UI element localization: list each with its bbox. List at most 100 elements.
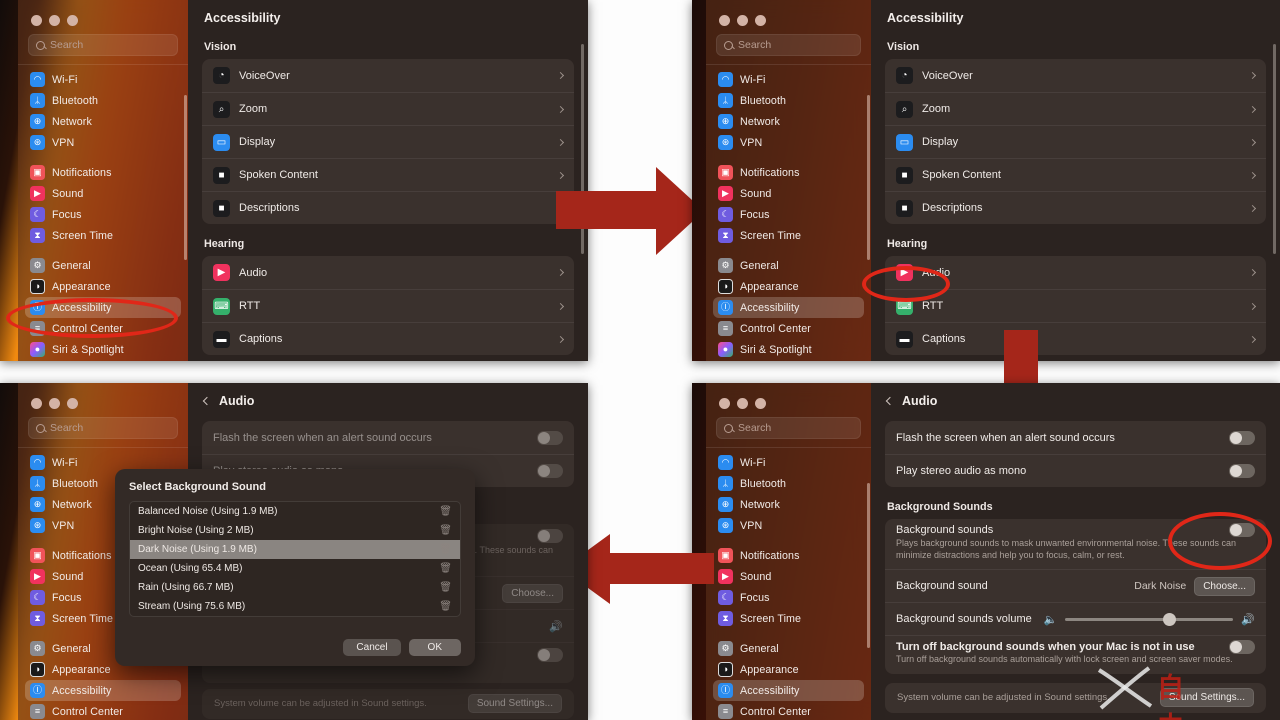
search-input[interactable]: Search [28, 34, 178, 56]
mono-audio-row[interactable]: Play stereo audio as mono [885, 454, 1266, 487]
sidebar-scrollbar[interactable] [184, 95, 187, 260]
accessibility-row-captions[interactable]: ▬ Captions [885, 322, 1266, 355]
accessibility-row-display[interactable]: ▭ Display [885, 125, 1266, 158]
sidebar-item-notifications[interactable]: ▣ Notifications [713, 545, 864, 566]
sidebar-item-vpn[interactable]: ⊛ VPN [713, 515, 864, 536]
sidebar-item-general[interactable]: ⚙ General [713, 255, 864, 276]
sidebar-item-siri-spotlight[interactable]: ● Siri & Spotlight [25, 339, 181, 360]
accessibility-row-audio[interactable]: ▶ Audio [202, 256, 574, 289]
window-traffic-lights[interactable] [706, 387, 871, 417]
cancel-button[interactable]: Cancel [343, 639, 401, 656]
flash-screen-toggle[interactable] [537, 430, 563, 445]
back-chevron-icon[interactable] [202, 396, 212, 406]
minimize-button[interactable] [49, 15, 60, 26]
sidebar-item-accessibility[interactable]: Ⓘ Accessibility [713, 680, 864, 701]
sidebar-item-network[interactable]: ⊕ Network [25, 111, 181, 132]
flash-screen-row[interactable]: Flash the screen when an alert sound occ… [202, 421, 574, 454]
slider-track[interactable] [1065, 612, 1234, 626]
zoom-button[interactable] [67, 15, 78, 26]
accessibility-row-descriptions[interactable]: ■ Descriptions [202, 191, 574, 224]
choose-button[interactable]: Choose... [1194, 576, 1255, 596]
accessibility-row-spoken-content[interactable]: ■ Spoken Content [885, 158, 1266, 191]
sidebar-scrollbar[interactable] [867, 95, 870, 260]
minimize-button[interactable] [737, 15, 748, 26]
sidebar-item-focus[interactable]: ☾ Focus [713, 587, 864, 608]
sidebar-item-bluetooth[interactable]: ᛦ Bluetooth [713, 90, 864, 111]
sound-option-row[interactable]: Stream (Using 75.6 MB) 🗑 [130, 597, 460, 616]
sound-option-row[interactable]: Rain (Using 66.7 MB) 🗑 [130, 578, 460, 597]
sidebar-item-sound[interactable]: ▶ Sound [713, 566, 864, 587]
mono-audio-toggle[interactable] [537, 464, 563, 478]
window-traffic-lights[interactable] [18, 387, 188, 417]
close-button[interactable] [31, 15, 42, 26]
mono-audio-toggle[interactable] [1229, 464, 1255, 478]
sidebar-item-screen-time[interactable]: ⧗ Screen Time [713, 608, 864, 629]
zoom-button[interactable] [755, 15, 766, 26]
sidebar-item-screen-time[interactable]: ⧗ Screen Time [713, 225, 864, 246]
sidebar-item-screen-time[interactable]: ⧗ Screen Time [25, 225, 181, 246]
sidebar-item-siri-spotlight[interactable]: ● Siri & Spotlight [713, 339, 864, 360]
sidebar-item-network[interactable]: ⊕ Network [713, 111, 864, 132]
sidebar-item-sound[interactable]: ▶ Sound [713, 183, 864, 204]
accessibility-row-captions[interactable]: ▬ Captions [202, 322, 574, 355]
accessibility-row-spoken-content[interactable]: ■ Spoken Content [202, 158, 574, 191]
sidebar-item-bluetooth[interactable]: ᛦ Bluetooth [713, 473, 864, 494]
sidebar-item-wi-fi[interactable]: ◠ Wi-Fi [713, 69, 864, 90]
sidebar-item-network[interactable]: ⊕ Network [713, 494, 864, 515]
background-volume-slider[interactable]: 🔈 🔊 [1044, 612, 1255, 626]
accessibility-row-zoom[interactable]: ⌕ Zoom [885, 92, 1266, 125]
back-chevron-icon[interactable] [885, 396, 895, 406]
background-sound-row[interactable]: Background sound Dark Noise Choose... [885, 569, 1266, 602]
sound-settings-button[interactable]: Sound Settings... [1159, 688, 1254, 708]
sidebar-scrollbar[interactable] [867, 483, 870, 648]
sound-option-row[interactable]: Balanced Noise (Using 1.9 MB) 🗑 [130, 502, 460, 521]
close-button[interactable] [719, 15, 730, 26]
background-volume-row[interactable]: Background sounds volume 🔈 🔊 [885, 602, 1266, 635]
sidebar-item-bluetooth[interactable]: ᛦ Bluetooth [25, 90, 181, 111]
accessibility-row-zoom[interactable]: ⌕ Zoom [202, 92, 574, 125]
sidebar-item-notifications[interactable]: ▣ Notifications [713, 162, 864, 183]
search-input[interactable]: Search [28, 417, 178, 439]
ok-button[interactable]: OK [408, 639, 461, 656]
trash-icon[interactable]: 🗑 [439, 506, 452, 517]
sidebar-item-accessibility[interactable]: Ⓘ Accessibility [713, 297, 864, 318]
sidebar-item-general[interactable]: ⚙ General [25, 255, 181, 276]
sidebar-item-notifications[interactable]: ▣ Notifications [25, 162, 181, 183]
close-button[interactable] [31, 398, 42, 409]
search-input[interactable]: Search [716, 417, 861, 439]
accessibility-row-rtt[interactable]: ⌨ RTT [202, 289, 574, 322]
trash-icon[interactable]: 🗑 [439, 582, 452, 593]
accessibility-row-voiceover[interactable]: ◔ VoiceOver [885, 59, 1266, 92]
trash-icon[interactable]: 🗑 [439, 544, 452, 555]
sidebar-item-vpn[interactable]: ⊛ VPN [25, 132, 181, 153]
slider-knob[interactable] [1162, 612, 1176, 626]
trash-icon[interactable]: 🗑 [439, 525, 452, 536]
sidebar-item-wi-fi[interactable]: ◠ Wi-Fi [713, 452, 864, 473]
sidebar-item-focus[interactable]: ☾ Focus [25, 204, 181, 225]
sidebar-item-wi-fi[interactable]: ◠ Wi-Fi [25, 69, 181, 90]
zoom-button[interactable] [67, 398, 78, 409]
pane-scrollbar[interactable] [1273, 44, 1276, 254]
turnoff-toggle[interactable] [1229, 639, 1255, 654]
minimize-button[interactable] [737, 398, 748, 409]
sidebar-item-control-center[interactable]: ≡ Control Center [25, 701, 181, 720]
accessibility-row-display[interactable]: ▭ Display [202, 125, 574, 158]
sidebar-item-general[interactable]: ⚙ General [713, 638, 864, 659]
window-traffic-lights[interactable] [706, 4, 871, 34]
sidebar-item-appearance[interactable]: ◑ Appearance [713, 276, 864, 297]
sidebar-item-focus[interactable]: ☾ Focus [713, 204, 864, 225]
accessibility-row-voiceover[interactable]: ◔ VoiceOver [202, 59, 574, 92]
close-button[interactable] [719, 398, 730, 409]
sidebar-item-appearance[interactable]: ◑ Appearance [25, 276, 181, 297]
sidebar-item-appearance[interactable]: ◑ Appearance [713, 659, 864, 680]
sidebar-item-control-center[interactable]: ≡ Control Center [713, 318, 864, 339]
sound-option-row[interactable]: Dark Noise (Using 1.9 MB) 🗑 [130, 540, 460, 559]
search-input[interactable]: Search [716, 34, 861, 56]
minimize-button[interactable] [49, 398, 60, 409]
flash-screen-toggle[interactable] [1229, 430, 1255, 445]
sound-option-row[interactable]: Bright Noise (Using 2 MB) 🗑 [130, 521, 460, 540]
trash-icon[interactable]: 🗑 [439, 563, 452, 574]
trash-icon[interactable]: 🗑 [439, 601, 452, 612]
sidebar-item-control-center[interactable]: ≡ Control Center [713, 701, 864, 720]
sidebar-item-sound[interactable]: ▶ Sound [25, 183, 181, 204]
